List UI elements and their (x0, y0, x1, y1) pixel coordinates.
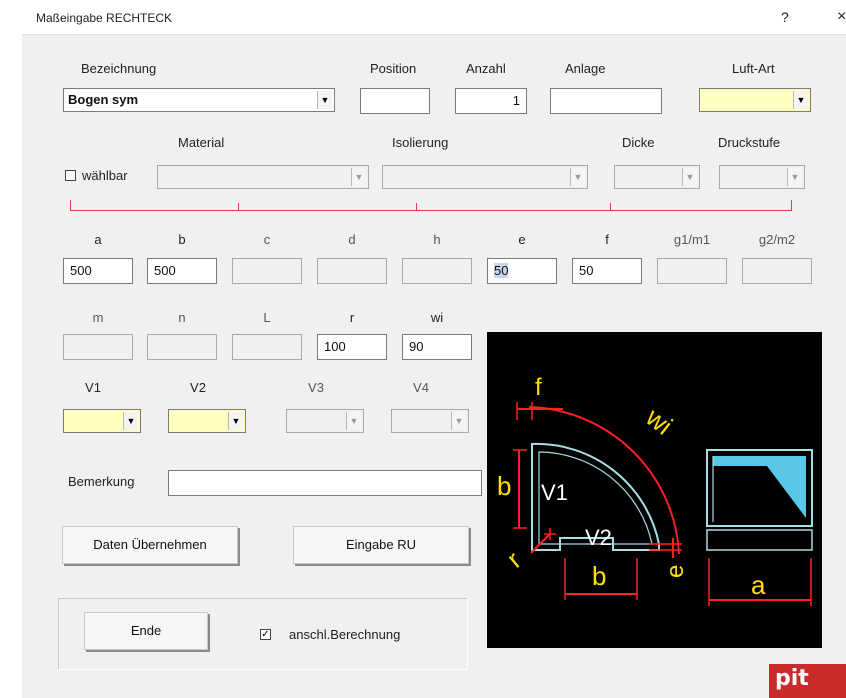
close-button[interactable]: × (837, 8, 846, 26)
bezeichnung-select[interactable]: Bogen sym ▼ (63, 88, 335, 112)
waehlbar-label: wählbar (82, 168, 128, 183)
dim-input-h[interactable] (402, 258, 472, 284)
dim-label-r: r (349, 310, 355, 325)
logo-text: pit (775, 666, 809, 691)
dicke-label: Dicke (622, 135, 655, 150)
dim-input-c[interactable] (232, 258, 302, 284)
separator-tick (70, 200, 71, 211)
dim-input-n[interactable] (147, 334, 217, 360)
window-title: Maßeingabe RECHTECK (36, 11, 173, 25)
help-button[interactable]: ? (781, 9, 789, 25)
dim-label-m: m (92, 310, 104, 325)
dropdown-arrow-icon[interactable]: ▼ (793, 91, 808, 109)
label-b-left: b (497, 471, 511, 501)
luftart-label: Luft-Art (732, 61, 775, 76)
dialog-window: Maßeingabe RECHTECK ? × Bezeichnung Boge… (0, 0, 846, 698)
druckstufe-select[interactable]: ▼ (719, 165, 805, 189)
dim-input-g1m1[interactable] (657, 258, 727, 284)
dim-label-c: c (263, 232, 271, 247)
conn-select-v1[interactable]: ▼ (63, 409, 141, 433)
separator-tick (416, 203, 417, 211)
conn-label-v4: V4 (413, 380, 429, 395)
dim-input-m[interactable] (63, 334, 133, 360)
position-input[interactable] (360, 88, 430, 114)
label-f: f (535, 374, 542, 401)
dim-input-a[interactable]: 500 (63, 258, 133, 284)
dropdown-arrow-icon[interactable]: ▼ (351, 168, 366, 186)
bezeichnung-label: Bezeichnung (81, 61, 157, 76)
bend-diagram: f wi b V1 V2 r b e a (487, 332, 822, 648)
dim-input-wi[interactable]: 90 (402, 334, 472, 360)
material-label: Material (178, 135, 225, 150)
dim-label-n: n (178, 310, 186, 325)
dim-label-a: a (94, 232, 102, 247)
dim-input-b[interactable]: 500 (147, 258, 217, 284)
conn-select-v3[interactable]: ▼ (286, 409, 364, 433)
anlage-input[interactable] (550, 88, 662, 114)
isolierung-select[interactable]: ▼ (382, 165, 588, 189)
separator-line (70, 210, 792, 211)
dropdown-arrow-icon[interactable]: ▼ (451, 412, 466, 430)
daten-uebernehmen-button[interactable]: Daten Übernehmen (62, 526, 238, 564)
dim-label-g1m1: g1/m1 (673, 232, 711, 247)
separator-tick (791, 200, 792, 211)
dim-input-f[interactable]: 50 (572, 258, 642, 284)
dim-label-wi: wi (430, 310, 444, 325)
druckstufe-label: Druckstufe (718, 135, 781, 150)
dropdown-arrow-icon[interactable]: ▼ (317, 91, 332, 109)
dim-label-h: h (433, 232, 441, 247)
conn-label-v2: V2 (190, 380, 206, 395)
position-label: Position (370, 61, 417, 76)
bezeichnung-value: Bogen sym (68, 92, 139, 107)
dim-label-f: f (605, 232, 609, 247)
dicke-select[interactable]: ▼ (614, 165, 700, 189)
material-select[interactable]: ▼ (157, 165, 369, 189)
dropdown-arrow-icon[interactable]: ▼ (346, 412, 361, 430)
dim-input-e[interactable]: 50 (487, 258, 557, 284)
label-v2: V2 (585, 525, 612, 550)
dim-input-g2m2[interactable] (742, 258, 812, 284)
anlage-label: Anlage (565, 61, 606, 76)
bemerkung-label: Bemerkung (68, 474, 135, 489)
dim-label-e: e (518, 232, 526, 247)
dim-label-l: L (263, 310, 271, 325)
conn-select-v4[interactable]: ▼ (391, 409, 469, 433)
dropdown-arrow-icon[interactable]: ▼ (787, 168, 802, 186)
conn-select-v2[interactable]: ▼ (168, 409, 246, 433)
separator-tick (610, 203, 611, 211)
dim-input-d[interactable] (317, 258, 387, 284)
dropdown-arrow-icon[interactable]: ▼ (123, 412, 138, 430)
anzahl-label: Anzahl (466, 61, 506, 76)
anschl-berechnung-label: anschl.Berechnung (289, 627, 401, 642)
conn-label-v3: V3 (308, 380, 324, 395)
isolierung-label: Isolierung (392, 135, 449, 150)
dropdown-arrow-icon[interactable]: ▼ (228, 412, 243, 430)
label-b-bottom: b (592, 561, 606, 591)
label-v1: V1 (541, 480, 568, 505)
label-a: a (751, 570, 766, 600)
anzahl-input[interactable]: 1 (455, 88, 527, 114)
dim-value-e: 50 (494, 263, 509, 278)
separator-tick (238, 203, 239, 211)
dim-input-l[interactable] (232, 334, 302, 360)
luftart-select[interactable]: ▼ (699, 88, 811, 112)
dropdown-arrow-icon[interactable]: ▼ (682, 168, 697, 186)
ende-button[interactable]: Ende (84, 612, 208, 650)
dim-label-b: b (178, 232, 186, 247)
eingabe-ru-button[interactable]: Eingabe RU (293, 526, 469, 564)
conn-label-v1: V1 (85, 380, 101, 395)
pit-logo: pit (769, 664, 846, 698)
dropdown-arrow-icon[interactable]: ▼ (570, 168, 585, 186)
anschl-berechnung-checkbox[interactable]: ✓ (260, 629, 271, 640)
label-e: e (662, 565, 689, 578)
bemerkung-input[interactable] (168, 470, 482, 496)
waehlbar-checkbox[interactable] (65, 170, 76, 181)
dim-label-d: d (348, 232, 356, 247)
dim-input-r[interactable]: 100 (317, 334, 387, 360)
title-bar: Maßeingabe RECHTECK ? × (22, 0, 846, 35)
dim-label-g2m2: g2/m2 (758, 232, 796, 247)
left-margin (0, 0, 22, 698)
